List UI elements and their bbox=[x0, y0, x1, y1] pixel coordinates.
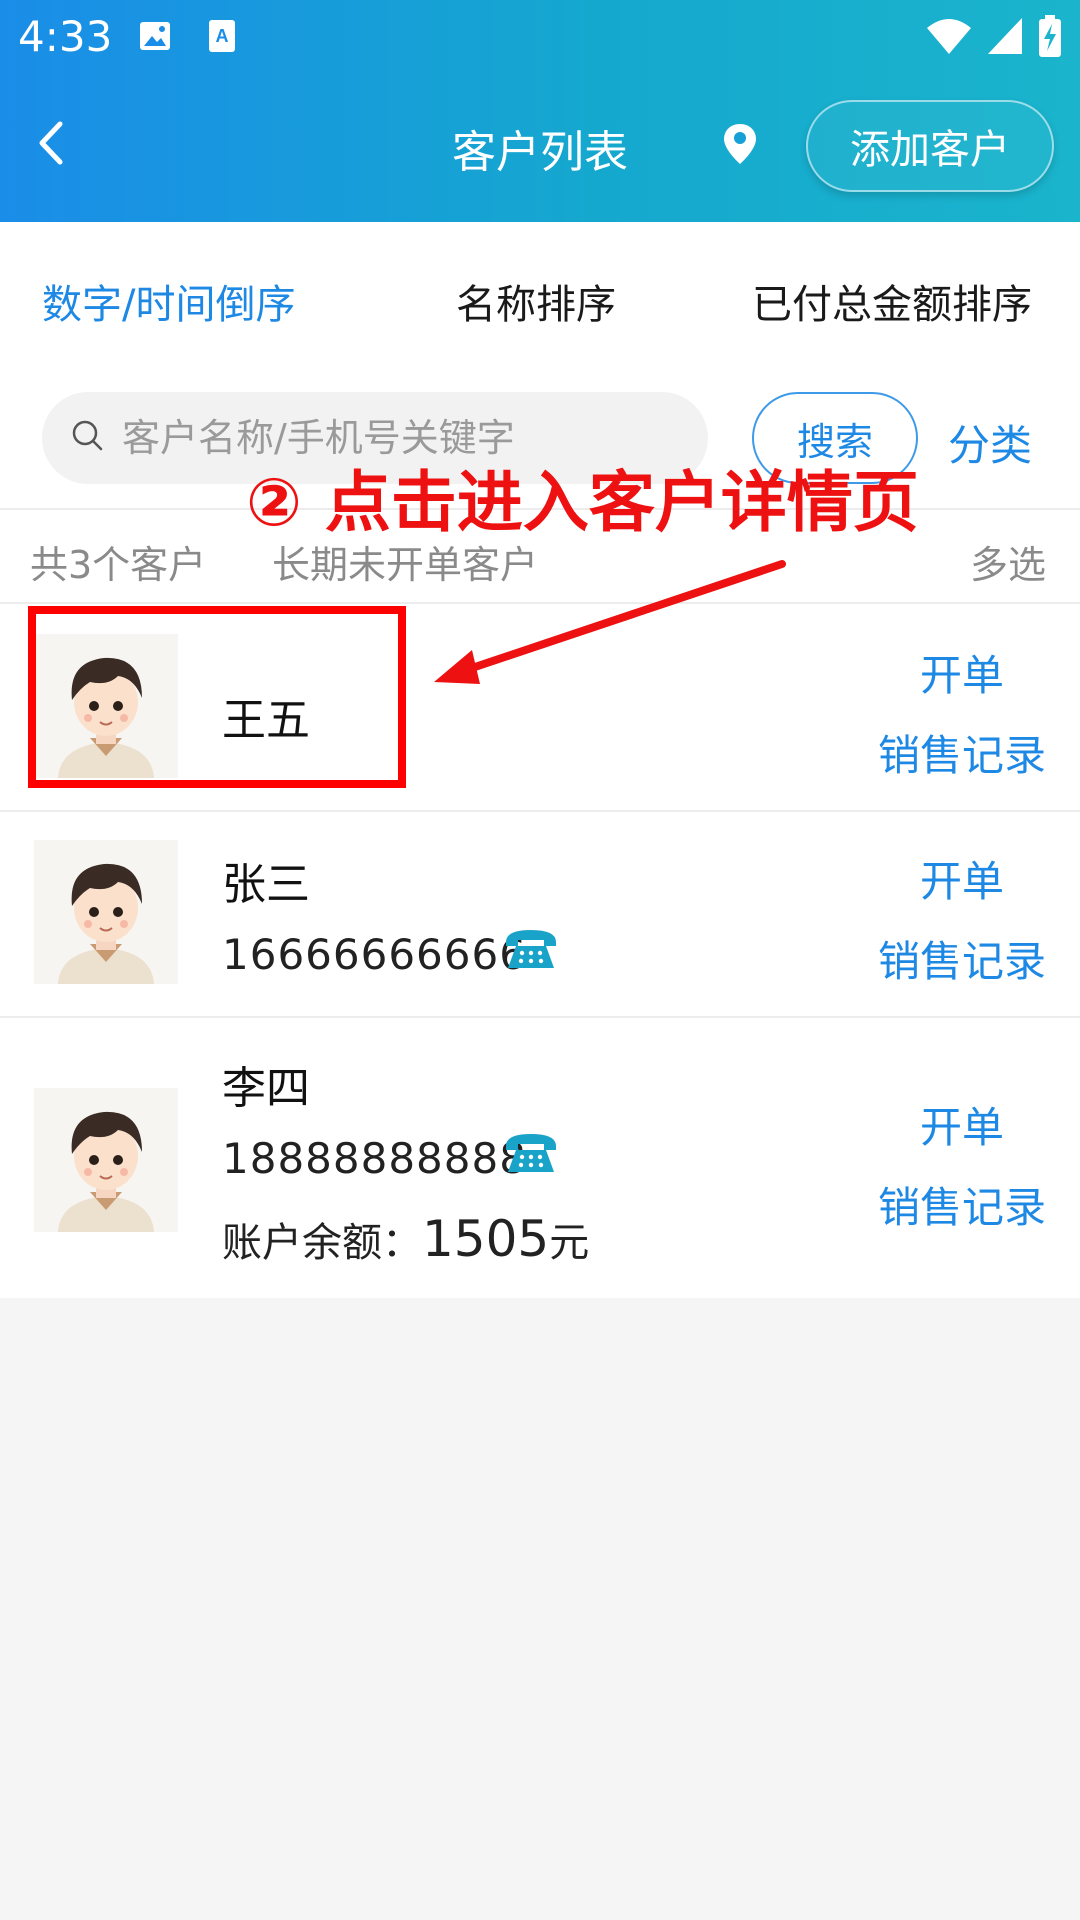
add-customer-button[interactable]: 添加客户 bbox=[806, 100, 1054, 192]
balance-amount: 1505 bbox=[422, 1210, 550, 1268]
sales-record-button[interactable]: 销售记录 bbox=[878, 722, 1046, 783]
customer-count-label: 共3个客户 bbox=[30, 543, 207, 587]
open-order-button[interactable]: 开单 bbox=[920, 1094, 1004, 1155]
customer-row-zhangsan[interactable]: 张三 16666666666 开单 销售记录 bbox=[0, 812, 1080, 1014]
telephone-icon[interactable] bbox=[502, 1130, 560, 1174]
long-inactive-filter[interactable]: 长期未开单客户 bbox=[272, 534, 538, 589]
text-notification-icon: A bbox=[209, 20, 235, 52]
svg-text:A: A bbox=[216, 26, 229, 46]
sort-tab-paid-amount[interactable]: 已付总金额排序 bbox=[752, 272, 1032, 330]
status-icons bbox=[926, 15, 1062, 57]
balance-unit: 元 bbox=[549, 1220, 590, 1266]
balance-label: 账户余额： bbox=[222, 1220, 422, 1266]
customer-phone: 16666666666 bbox=[222, 930, 527, 979]
wifi-icon bbox=[927, 19, 971, 54]
customer-phone: 18888888888 bbox=[222, 1134, 527, 1183]
sort-tab-name[interactable]: 名称排序 bbox=[456, 272, 616, 330]
category-button[interactable]: 分类 bbox=[948, 412, 1032, 473]
location-pin-icon[interactable] bbox=[722, 122, 758, 166]
annotation-callout: ② 点击进入客户详情页 bbox=[246, 464, 919, 541]
sort-tab-number-time[interactable]: 数字/时间倒序 bbox=[42, 272, 295, 330]
customer-row-lisi[interactable]: 李四 18888888888 账户余额：1505元 开单 销售记录 bbox=[0, 1018, 1080, 1298]
search-icon bbox=[72, 420, 103, 451]
open-order-button[interactable]: 开单 bbox=[920, 642, 1004, 703]
search-input[interactable] bbox=[122, 408, 682, 468]
status-time: 4:33 bbox=[18, 12, 113, 61]
account-balance: 账户余额：1505元 bbox=[222, 1210, 589, 1268]
multi-select-button[interactable]: 多选 bbox=[970, 534, 1046, 589]
customer-name: 张三 bbox=[222, 859, 310, 910]
top-app-bar: 4:33 A 客户列表 添加客户 bbox=[0, 0, 1080, 222]
sales-record-button[interactable]: 销售记录 bbox=[878, 1174, 1046, 1235]
customer-name: 李四 bbox=[222, 1063, 310, 1114]
annotation-highlight-box bbox=[28, 606, 406, 788]
customer-avatar bbox=[34, 840, 178, 984]
open-order-button[interactable]: 开单 bbox=[920, 848, 1004, 909]
battery-charging-icon bbox=[1039, 15, 1061, 57]
signal-icon bbox=[988, 18, 1022, 54]
sales-record-button[interactable]: 销售记录 bbox=[878, 928, 1046, 989]
customer-avatar bbox=[34, 1088, 178, 1232]
telephone-icon[interactable] bbox=[502, 926, 560, 970]
image-notification-icon bbox=[140, 22, 170, 50]
